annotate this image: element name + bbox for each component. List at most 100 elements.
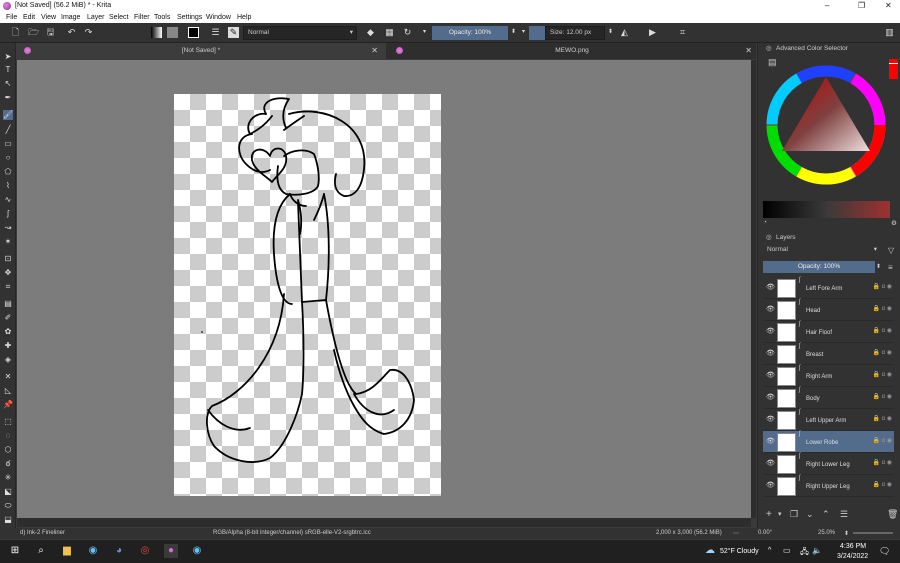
layer-lock-alpha-icons[interactable]: 🔒 α ◉ xyxy=(872,481,892,488)
layer-name[interactable]: Breast xyxy=(806,352,823,358)
layer-lock-alpha-icons[interactable]: 🔒 α ◉ xyxy=(872,415,892,422)
weather-text[interactable]: 52°F Cloudy xyxy=(720,548,759,555)
menu-edit[interactable]: Edit xyxy=(23,14,35,21)
reference-tool-icon[interactable]: 📌 xyxy=(3,400,13,410)
layer-lock-alpha-icons[interactable]: 🔒 α ◉ xyxy=(872,305,892,312)
menu-filter[interactable]: Filter xyxy=(134,14,150,21)
layer-row[interactable]: 👁 ʃ Body 🔒 α ◉ xyxy=(763,387,894,409)
close-icon[interactable]: ✕ xyxy=(885,1,892,10)
layer-blend-mode-select[interactable]: Normal ▾ xyxy=(763,245,881,256)
color-wheel[interactable] xyxy=(764,63,892,193)
size-slider[interactable]: Size: 12.00 px xyxy=(545,26,605,40)
system-tray-chevron-icon[interactable]: ^ xyxy=(768,547,771,554)
measure-tool-icon[interactable]: ◺ xyxy=(3,386,13,396)
layer-name[interactable]: Hair Floof xyxy=(806,330,832,336)
eye-icon[interactable]: 👁 xyxy=(766,349,775,357)
ellipse-tool-icon[interactable]: ○ xyxy=(3,153,13,163)
close-tab-icon[interactable]: ✕ xyxy=(371,43,378,59)
eye-icon[interactable]: 👁 xyxy=(766,393,775,401)
eye-icon[interactable]: 👁 xyxy=(766,437,775,445)
layer-row[interactable]: 👁 ʃ Left Upper Arm 🔒 α ◉ xyxy=(763,409,894,431)
workspace-icon[interactable]: ▥ xyxy=(884,27,895,38)
restore-icon[interactable]: ❐ xyxy=(858,1,865,10)
layer-name[interactable]: Lower Robe xyxy=(806,440,838,446)
docker-float-icon[interactable]: ◎ xyxy=(766,233,772,241)
layer-row[interactable]: 👁 ʃ Head 🔒 α ◉ xyxy=(763,299,894,321)
eye-icon[interactable]: 👁 xyxy=(766,305,775,313)
menu-settings[interactable]: Settings xyxy=(177,14,202,21)
tab-not-saved[interactable]: [Not Saved] * ✕ xyxy=(16,43,386,59)
settings-icon[interactable]: ⚙ xyxy=(891,219,897,227)
tab-mewo[interactable]: MEWO.png ✕ xyxy=(388,43,756,59)
menu-help[interactable]: Help xyxy=(237,14,251,21)
vertical-scrollbar[interactable] xyxy=(751,60,756,518)
eraser-icon[interactable]: ◆ xyxy=(365,27,376,38)
layer-name[interactable]: Head xyxy=(806,308,820,314)
add-layer-icon[interactable]: + xyxy=(766,509,772,520)
volume-icon[interactable]: 🔈 xyxy=(812,546,822,555)
clock-date[interactable]: 3/24/2022 xyxy=(837,553,868,560)
chevron-down-icon[interactable]: ▾ xyxy=(419,27,430,38)
eye-icon[interactable]: 👁 xyxy=(766,481,775,489)
new-document-icon[interactable]: 🗋 xyxy=(10,27,21,38)
layer-lock-alpha-icons[interactable]: 🔒 α ◉ xyxy=(872,371,892,378)
smart-patch-icon[interactable]: ✚ xyxy=(3,341,13,351)
color-history-strip[interactable] xyxy=(763,201,890,218)
text-tool-icon[interactable]: T xyxy=(3,65,13,75)
fg-bg-color-icon[interactable] xyxy=(188,27,199,38)
freehand-path-icon[interactable]: ʃ xyxy=(3,209,13,219)
polyline-tool-icon[interactable]: ⌇ xyxy=(3,181,13,191)
docker-float-icon[interactable]: ◎ xyxy=(766,44,772,52)
calligraphy-icon[interactable]: ✒ xyxy=(3,93,13,103)
zoom-value[interactable]: 25.0% xyxy=(818,530,835,536)
dynamic-brush-icon[interactable]: ↝ xyxy=(3,223,13,233)
layer-name[interactable]: Body xyxy=(806,396,820,402)
rotation-value[interactable]: 0.00° xyxy=(758,530,772,536)
menu-select[interactable]: Select xyxy=(109,14,128,21)
gradient-tool-icon[interactable]: ▤ xyxy=(3,299,13,309)
layer-row[interactable]: 👁 ʃ Right Lower Leg 🔒 α ◉ xyxy=(763,453,894,475)
layer-name[interactable]: Right Arm xyxy=(806,374,832,380)
menu-window[interactable]: Window xyxy=(206,14,231,21)
eye-icon[interactable]: 👁 xyxy=(766,283,775,291)
eye-icon[interactable]: 👁 xyxy=(766,371,775,379)
zoom-stepper[interactable]: ⬍ xyxy=(844,530,849,537)
blend-mode-select[interactable]: Normal ▾ xyxy=(243,26,357,40)
chevron-down-icon[interactable]: ▾ xyxy=(778,510,782,518)
freehand-select-icon[interactable]: ఠ xyxy=(3,459,13,469)
file-explorer-icon[interactable]: ▆ xyxy=(60,544,74,558)
select-shapes-icon[interactable]: ➤ xyxy=(3,52,13,62)
document-canvas[interactable] xyxy=(174,94,441,496)
layer-lock-alpha-icons[interactable]: 🔒 α ◉ xyxy=(872,283,892,290)
assistant-tool-icon[interactable]: ✕ xyxy=(3,372,13,382)
opacity-slider[interactable]: Opacity: 100% xyxy=(432,26,508,40)
layer-lock-alpha-icons[interactable]: 🔒 α ◉ xyxy=(872,393,892,400)
polygon-tool-icon[interactable]: ⬠ xyxy=(3,167,13,177)
gradient-preset-icon[interactable] xyxy=(151,27,162,38)
open-document-icon[interactable]: 🗁 xyxy=(28,27,39,38)
size-slider-fill[interactable] xyxy=(529,26,545,40)
brush-preset-icon[interactable]: ✎ xyxy=(228,27,239,38)
layer-name[interactable]: Left Upper Arm xyxy=(806,418,846,424)
layer-name[interactable]: Left Fore Arm xyxy=(806,286,842,292)
layer-row[interactable]: 👁 ʃ Breast 🔒 α ◉ xyxy=(763,343,894,365)
line-tool-icon[interactable]: ╱ xyxy=(3,125,13,135)
minimize-icon[interactable]: – xyxy=(825,1,829,10)
layer-lock-alpha-icons[interactable]: 🔒 α ◉ xyxy=(872,349,892,356)
layer-menu-icon[interactable]: ≡ xyxy=(888,263,893,272)
network-icon[interactable]: 🖧 xyxy=(800,546,809,560)
ellipse-select-icon[interactable]: ◌ xyxy=(3,431,13,441)
layer-row[interactable]: 👁 ʃ Hair Floof 🔒 α ◉ xyxy=(763,321,894,343)
layer-name[interactable]: Right Lower Leg xyxy=(806,462,850,468)
magnetic-select-icon[interactable]: ⬓ xyxy=(3,515,13,525)
mirror-vertical-icon[interactable]: ▶ xyxy=(647,27,658,38)
layer-row[interactable]: 👁 ʃ Left Fore Arm 🔒 α ◉ xyxy=(763,277,894,299)
similar-select-icon[interactable]: ⬕ xyxy=(3,487,13,497)
layer-lock-alpha-icons[interactable]: 🔒 α ◉ xyxy=(872,437,892,444)
layer-row-selected[interactable]: 👁 ʃ Lower Robe 🔒 α ◉ xyxy=(763,431,894,453)
preserve-alpha-icon[interactable]: ▦ xyxy=(384,27,395,38)
layer-name[interactable]: Right Upper Leg xyxy=(806,484,850,490)
layer-properties-icon[interactable]: ☰ xyxy=(840,509,848,520)
windows-start-icon[interactable]: ⊞ xyxy=(8,544,22,558)
menu-file[interactable]: File xyxy=(6,14,17,21)
